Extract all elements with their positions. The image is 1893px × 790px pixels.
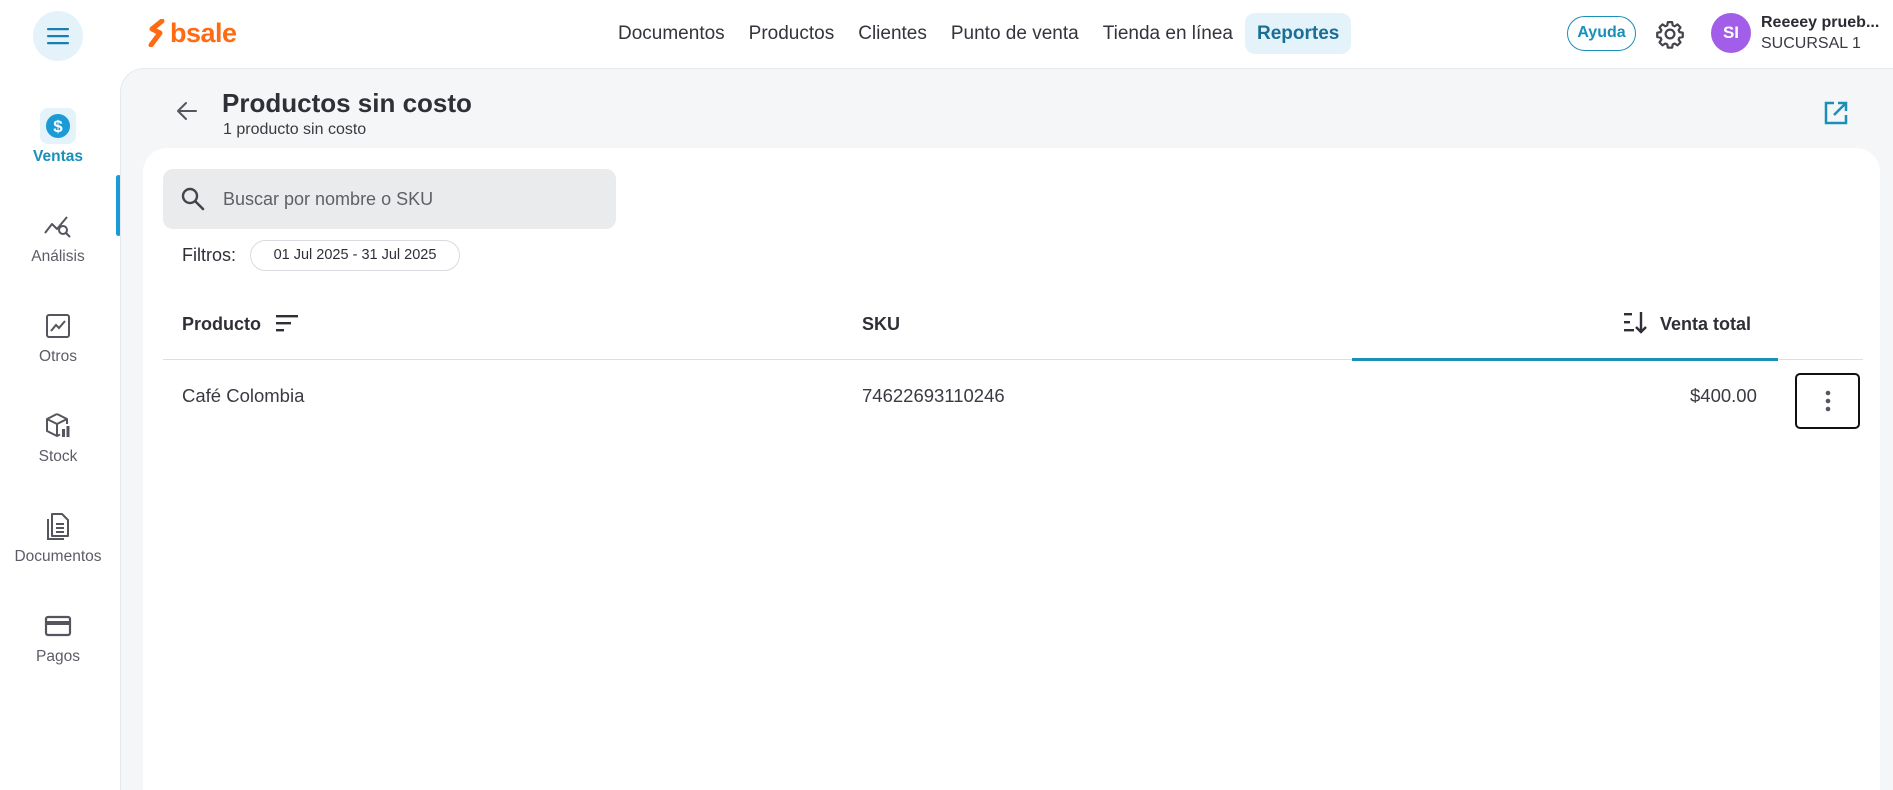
sidebar-item-documentos[interactable]: Documentos — [0, 508, 116, 588]
svg-text:$: $ — [53, 117, 63, 136]
nav-reportes[interactable]: Reportes — [1245, 13, 1352, 54]
nav-documentos[interactable]: Documentos — [606, 13, 737, 54]
sidebar-item-analisis[interactable]: Análisis — [0, 208, 116, 288]
document-icon — [40, 508, 76, 544]
filters-label: Filtros: — [182, 245, 236, 265]
hamburger-menu-button[interactable] — [33, 11, 83, 61]
sidebar-item-label: Documentos — [14, 548, 102, 565]
card-icon — [40, 608, 76, 644]
sidebar-item-stock[interactable]: Stock — [0, 408, 116, 488]
back-arrow-icon[interactable] — [174, 98, 200, 124]
dollar-icon: $ — [40, 108, 76, 144]
row-actions-button[interactable] — [1795, 373, 1860, 429]
column-header-sku[interactable]: SKU — [862, 314, 900, 335]
sort-descending-icon[interactable] — [1623, 310, 1647, 336]
sidebar-item-label: Stock — [38, 448, 78, 465]
cell-sku: 74622693110246 — [862, 385, 1005, 406]
sidebar-item-label: Análisis — [31, 248, 85, 265]
page-title: Productos sin costo — [222, 88, 472, 118]
analytics-icon — [40, 208, 76, 244]
column-header-venta-total[interactable]: Venta total — [1660, 314, 1751, 335]
sidebar-item-label: Otros — [39, 348, 77, 365]
logo-text: bsale — [170, 17, 237, 48]
page-subtitle: 1 producto sin costo — [223, 121, 367, 138]
logo-mark-icon — [148, 19, 165, 47]
bsale-logo[interactable]: bsale — [148, 18, 237, 48]
date-range-filter-chip[interactable]: 01 Jul 2025 - 31 Jul 2025 — [250, 240, 460, 271]
sidebar-item-label: Pagos — [36, 648, 80, 665]
main-nav: Documentos Productos Clientes Punto de v… — [606, 13, 1352, 54]
user-avatar[interactable]: SI — [1711, 13, 1751, 53]
cell-product: Café Colombia — [182, 385, 305, 406]
nav-clientes[interactable]: Clientes — [846, 13, 939, 54]
nav-tienda-en-linea[interactable]: Tienda en línea — [1091, 13, 1245, 54]
cell-venta-total: $400.00 — [1690, 385, 1757, 406]
user-branch: SUCURSAL 1 — [1761, 35, 1861, 52]
box-icon — [40, 408, 76, 444]
more-vertical-icon — [1825, 390, 1830, 412]
top-bar: bsale Documentos Productos Clientes Punt… — [0, 0, 1893, 68]
menu-icon — [47, 28, 69, 45]
sidebar-item-otros[interactable]: Otros — [0, 308, 116, 388]
search-input[interactable] — [223, 188, 603, 210]
sort-lines-icon[interactable] — [274, 312, 300, 334]
sorted-column-indicator — [1352, 358, 1778, 361]
help-button[interactable]: Ayuda — [1567, 16, 1636, 51]
sidebar: $ Ventas Análisis Otros Stock Documentos… — [0, 68, 121, 790]
nav-punto-de-venta[interactable]: Punto de venta — [939, 13, 1091, 54]
sidebar-item-label: Ventas — [33, 148, 83, 165]
user-name[interactable]: Reeeey prueb... — [1761, 14, 1886, 32]
nav-productos[interactable]: Productos — [737, 13, 847, 54]
search-box[interactable] — [163, 169, 616, 229]
column-header-producto[interactable]: Producto — [182, 314, 261, 335]
search-icon — [181, 187, 205, 211]
gear-icon[interactable] — [1655, 19, 1685, 49]
sidebar-item-ventas[interactable]: $ Ventas — [0, 108, 116, 188]
open-external-icon[interactable] — [1822, 99, 1850, 127]
chart-icon — [40, 308, 76, 344]
sidebar-item-pagos[interactable]: Pagos — [0, 608, 116, 688]
